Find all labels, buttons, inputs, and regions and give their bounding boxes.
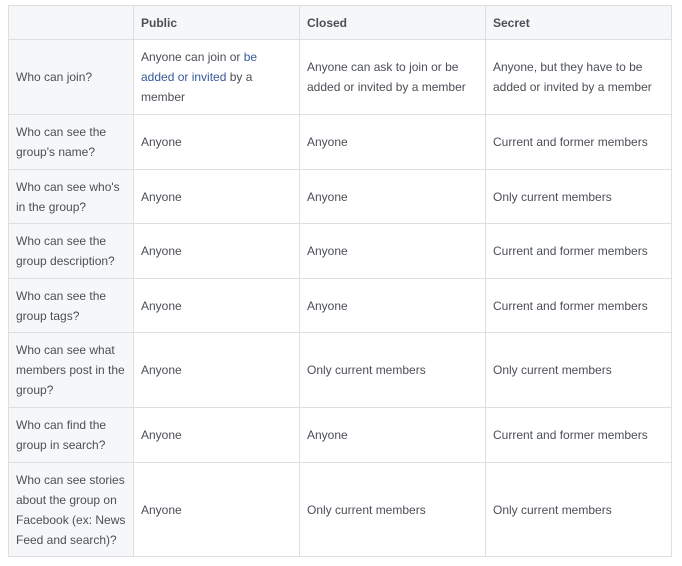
cell-public: Anyone can join or be added or invited b… xyxy=(133,39,300,115)
table-row: Who can see the group's name? Anyone Any… xyxy=(8,114,672,170)
cell-closed: Only current members xyxy=(299,462,486,557)
table-row: Who can see who's in the group? Anyone A… xyxy=(8,169,672,224)
cell-closed: Anyone xyxy=(299,223,486,279)
table-row: Who can see stories about the group on F… xyxy=(8,462,672,557)
cell-secret: Only current members xyxy=(485,169,672,224)
cell-closed: Anyone xyxy=(299,169,486,224)
cell-public: Anyone xyxy=(133,278,300,333)
cell-public: Anyone xyxy=(133,169,300,224)
header-secret: Secret xyxy=(485,5,672,40)
table-row: Who can see the group tags? Anyone Anyon… xyxy=(8,278,672,333)
cell-secret: Only current members xyxy=(485,332,672,408)
cell-public: Anyone xyxy=(133,462,300,557)
table-row: Who can join? Anyone can join or be adde… xyxy=(8,39,672,115)
table-row: Who can see what members post in the gro… xyxy=(8,332,672,408)
cell-closed: Only current members xyxy=(299,332,486,408)
cell-closed: Anyone can ask to join or be added or in… xyxy=(299,39,486,115)
group-privacy-table: Public Closed Secret Who can join? Anyon… xyxy=(8,5,672,557)
header-public: Public xyxy=(133,5,300,40)
table-header-row: Public Closed Secret xyxy=(8,5,672,40)
row-question: Who can see who's in the group? xyxy=(8,169,134,224)
cell-closed: Anyone xyxy=(299,278,486,333)
row-question: Who can find the group in search? xyxy=(8,407,134,463)
row-question: Who can see stories about the group on F… xyxy=(8,462,134,557)
header-closed: Closed xyxy=(299,5,486,40)
cell-closed: Anyone xyxy=(299,114,486,170)
header-empty xyxy=(8,5,134,40)
cell-secret: Current and former members xyxy=(485,407,672,463)
cell-public: Anyone xyxy=(133,223,300,279)
cell-public: Anyone xyxy=(133,407,300,463)
privacy-table-container: Public Closed Secret Who can join? Anyon… xyxy=(8,5,672,557)
cell-public: Anyone xyxy=(133,114,300,170)
cell-closed: Anyone xyxy=(299,407,486,463)
row-question: Who can join? xyxy=(8,39,134,115)
cell-public: Anyone xyxy=(133,332,300,408)
row-question: Who can see the group's name? xyxy=(8,114,134,170)
cell-secret: Current and former members xyxy=(485,114,672,170)
text-segment: Anyone can join or xyxy=(141,50,244,64)
row-question: Who can see what members post in the gro… xyxy=(8,332,134,408)
cell-secret: Current and former members xyxy=(485,223,672,279)
row-question: Who can see the group tags? xyxy=(8,278,134,333)
cell-secret: Current and former members xyxy=(485,278,672,333)
table-row: Who can find the group in search? Anyone… xyxy=(8,407,672,463)
cell-secret: Anyone, but they have to be added or inv… xyxy=(485,39,672,115)
row-question: Who can see the group description? xyxy=(8,223,134,279)
cell-secret: Only current members xyxy=(485,462,672,557)
table-row: Who can see the group description? Anyon… xyxy=(8,223,672,279)
